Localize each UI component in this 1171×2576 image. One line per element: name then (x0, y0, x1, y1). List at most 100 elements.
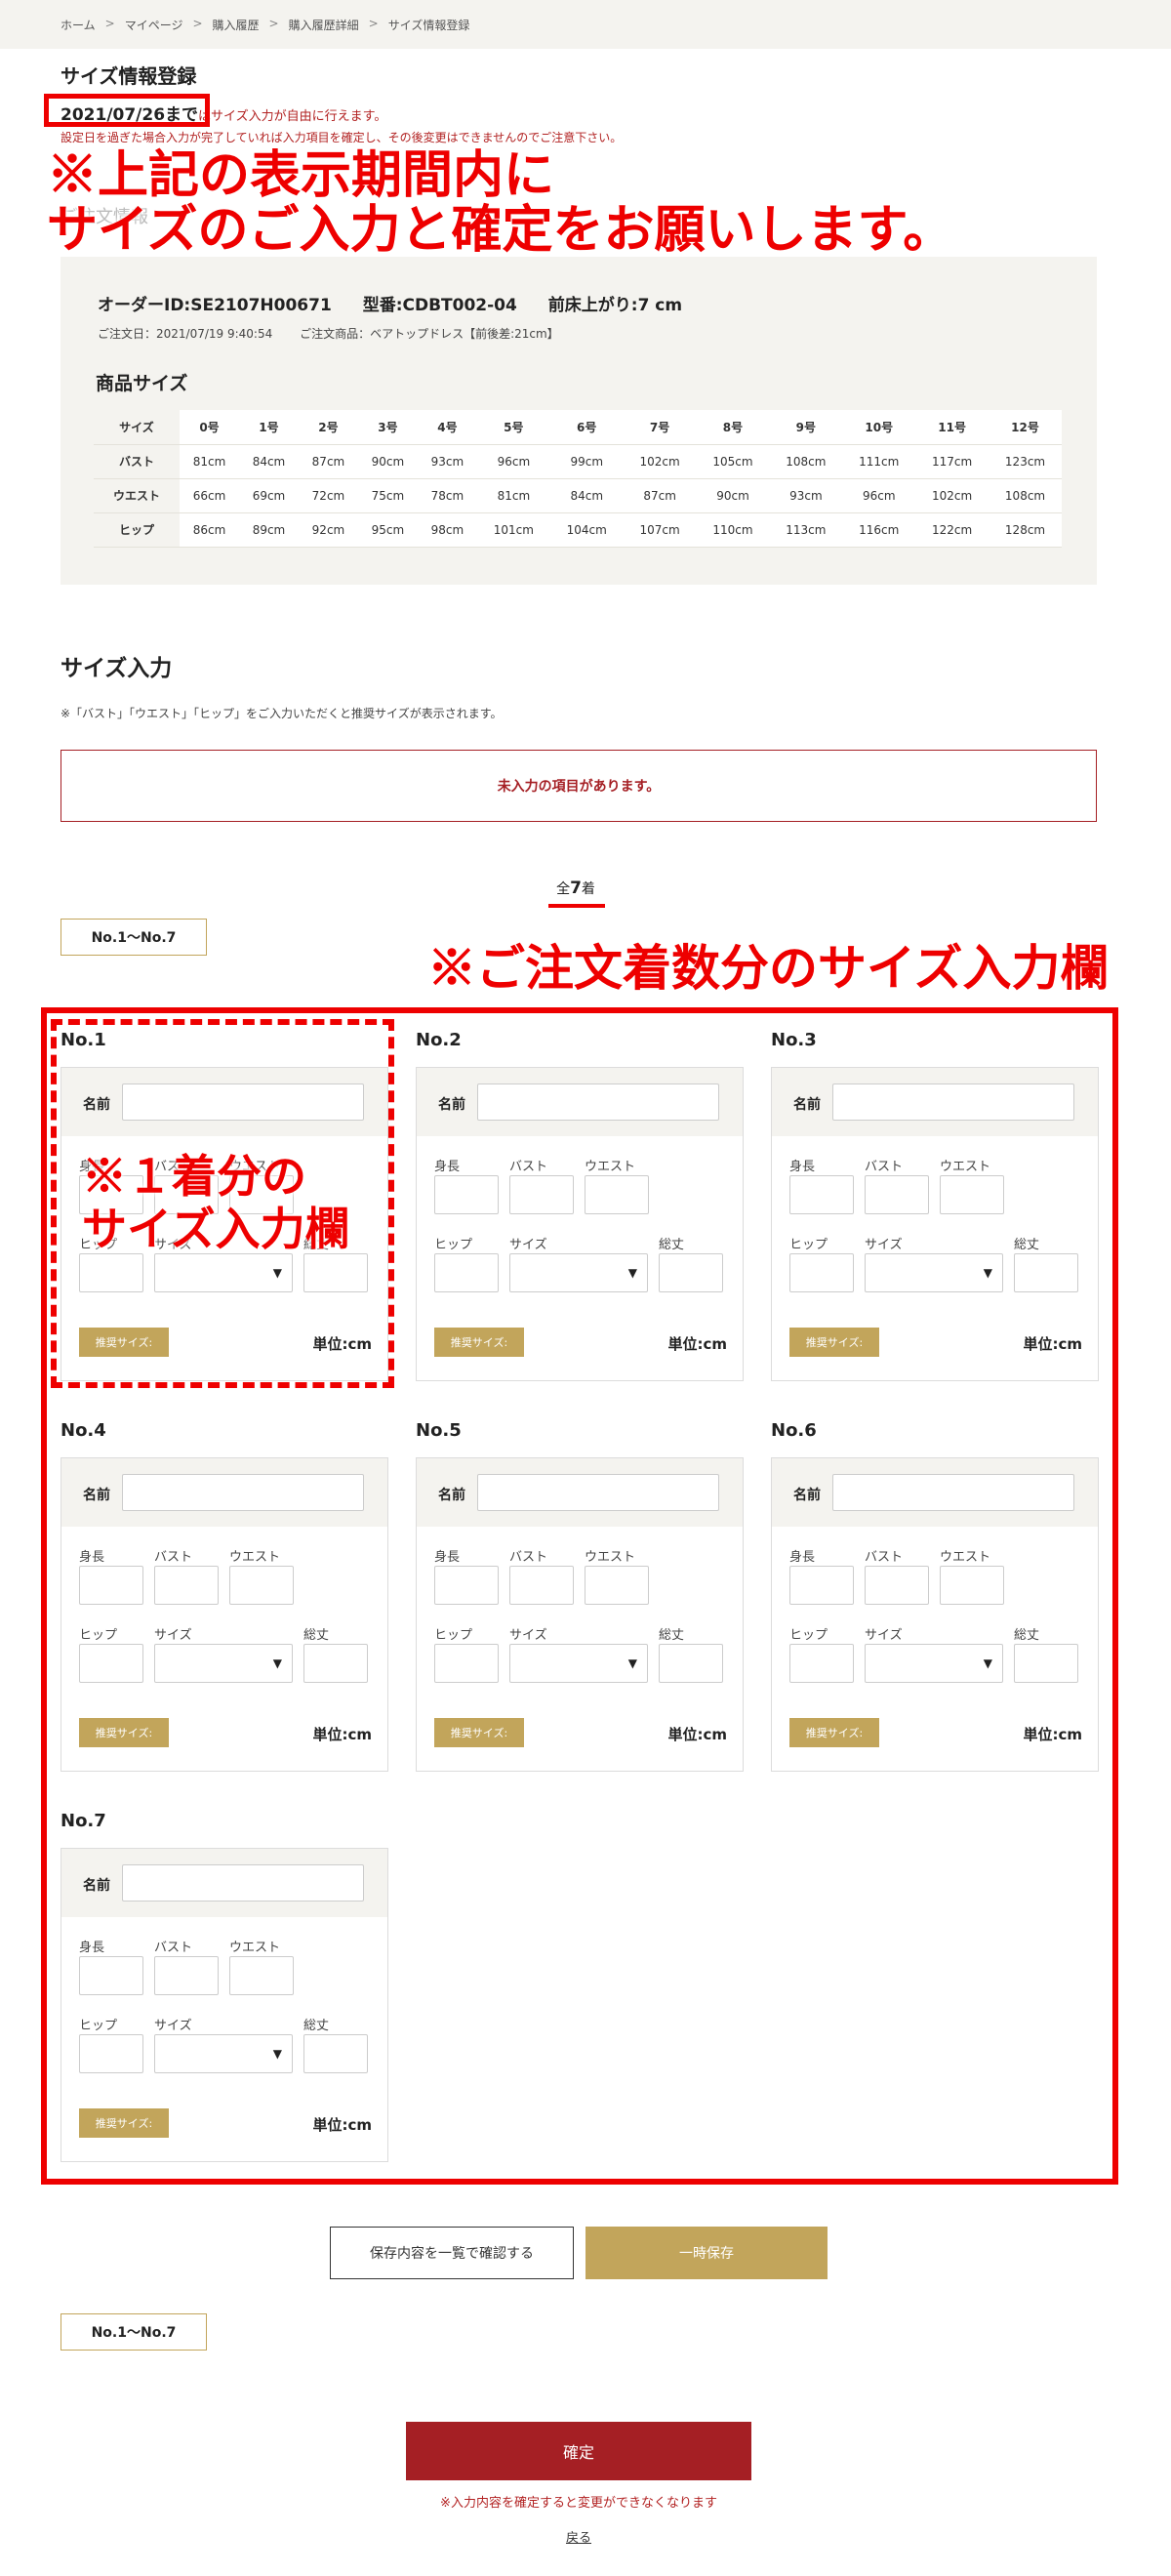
size-label: サイズ (865, 1238, 903, 1252)
table-cell: 93cm (769, 478, 843, 513)
range-tab-button-bottom[interactable]: No.1〜No.7 (61, 2313, 207, 2351)
name-input[interactable] (477, 1084, 719, 1121)
height-input[interactable] (434, 1566, 499, 1605)
height-input[interactable] (789, 1175, 854, 1214)
hip-label: ヒップ (789, 1238, 828, 1252)
chevron-down-icon: ▼ (627, 1656, 637, 1670)
size-table-header: サイズ (94, 410, 180, 445)
name-input[interactable] (832, 1084, 1074, 1121)
table-cell: 93cm (417, 444, 477, 479)
card-name-row: 名前 (772, 1458, 1098, 1527)
waist-label: ウエスト (229, 1550, 281, 1565)
table-cell: 95cm (357, 512, 418, 548)
size-table-header: 1号 (238, 410, 299, 445)
hip-label: ヒップ (434, 1628, 473, 1643)
bust-input[interactable] (865, 1566, 929, 1605)
height-input[interactable] (79, 1566, 143, 1605)
length-input[interactable] (303, 2034, 368, 2073)
length-input[interactable] (303, 1644, 368, 1683)
size-select[interactable]: ▼ (865, 1644, 1003, 1683)
size-select[interactable]: ▼ (154, 1644, 293, 1683)
bust-input[interactable] (154, 1566, 219, 1605)
length-label: 総丈 (1014, 1238, 1040, 1252)
size-select[interactable]: ▼ (509, 1644, 648, 1683)
size-input-card: 名前 身長 バスト ウエスト ヒップ サイズ 総丈 ▼ 推奨サイズ: 単位:cm (416, 1067, 744, 1381)
product-size-title: 商品サイズ (96, 373, 188, 394)
size-select[interactable]: ▼ (509, 1253, 648, 1292)
size-table-header: 10号 (842, 410, 916, 445)
unit-label: 単位:cm (312, 2116, 372, 2134)
name-input[interactable] (832, 1474, 1074, 1511)
bust-label: バスト (509, 1160, 548, 1174)
breadcrumb-home-link[interactable]: ホーム (61, 17, 96, 33)
waist-input[interactable] (585, 1175, 649, 1214)
card-name-row: 名前 (61, 1849, 387, 1917)
breadcrumb-current: サイズ情報登録 (387, 19, 470, 32)
name-input[interactable] (477, 1474, 719, 1511)
waist-input[interactable] (585, 1566, 649, 1605)
table-cell: 96cm (476, 444, 550, 479)
order-summary: オーダーID:SE2107H00671 型番:CDBT002-04 前床上がり:… (98, 291, 707, 315)
waist-input[interactable] (940, 1175, 1004, 1214)
hip-input[interactable] (789, 1644, 854, 1683)
name-input[interactable] (122, 1864, 364, 1901)
total-prefix: 全 (556, 881, 571, 897)
hip-input[interactable] (434, 1644, 499, 1683)
recommended-size-badge: 推奨サイズ: (79, 2108, 169, 2138)
temp-save-button[interactable]: 一時保存 (586, 2227, 828, 2279)
bust-input[interactable] (509, 1175, 574, 1214)
card-name-row: 名前 (61, 1458, 387, 1527)
waist-input[interactable] (229, 1956, 294, 1995)
height-input[interactable] (434, 1175, 499, 1214)
chevron-down-icon: ▼ (983, 1266, 992, 1280)
range-tab-button[interactable]: No.1〜No.7 (61, 919, 207, 956)
breadcrumb-mypage-link[interactable]: マイページ (125, 17, 183, 33)
breadcrumb-history-link[interactable]: 購入履歴 (213, 17, 260, 33)
waist-input[interactable] (229, 1566, 294, 1605)
length-label: 総丈 (659, 1238, 685, 1252)
hip-input[interactable] (789, 1253, 854, 1292)
table-cell: 84cm (238, 444, 299, 479)
recommended-size-badge: 推奨サイズ: (789, 1718, 879, 1747)
table-cell: 99cm (549, 444, 624, 479)
hip-input[interactable] (434, 1253, 499, 1292)
annotation-period-note: ※上記の表示期間内に サイズのご入力と確定をお願いします。 (47, 148, 953, 258)
bust-input[interactable] (865, 1175, 929, 1214)
chevron-down-icon: ▼ (983, 1656, 992, 1670)
error-message: 未入力の項目があります。 (61, 750, 1097, 822)
name-input[interactable] (122, 1474, 364, 1511)
height-input[interactable] (79, 1956, 143, 1995)
height-input[interactable] (789, 1566, 854, 1605)
length-input[interactable] (659, 1644, 723, 1683)
size-table-header: 12号 (989, 410, 1062, 445)
hip-input[interactable] (79, 1644, 143, 1683)
size-table-header: 6号 (549, 410, 624, 445)
table-cell: 105cm (696, 444, 770, 479)
hip-input[interactable] (79, 2034, 143, 2073)
bust-input[interactable] (509, 1566, 574, 1605)
back-link[interactable]: 戻る (0, 2527, 1157, 2546)
size-label: サイズ (865, 1628, 903, 1643)
submit-button[interactable]: 確定 (406, 2422, 751, 2480)
table-cell: 87cm (623, 478, 697, 513)
table-cell: 87cm (298, 444, 358, 479)
length-input[interactable] (1014, 1253, 1078, 1292)
size-table-header-row: サイズ 0号 1号 2号 3号 4号 5号 6号 7号 8号 9号 10号 11… (94, 410, 1062, 445)
length-input[interactable] (659, 1253, 723, 1292)
waist-label: ウエスト (585, 1160, 636, 1174)
breadcrumb-history-detail-link[interactable]: 購入履歴詳細 (289, 17, 359, 33)
hip-label: ヒップ (434, 1238, 473, 1252)
table-cell: 123cm (989, 444, 1062, 479)
confirm-list-button[interactable]: 保存内容を一覧で確認する (330, 2227, 574, 2279)
size-select[interactable]: ▼ (154, 2034, 293, 2073)
waist-input[interactable] (940, 1566, 1004, 1605)
height-label: 身長 (434, 1160, 461, 1174)
size-input-card: 名前 身長 バスト ウエスト ヒップ サイズ 総丈 ▼ 推奨サイズ: 単位:cm (771, 1457, 1099, 1772)
recommended-size-badge: 推奨サイズ: (789, 1328, 879, 1357)
length-input[interactable] (1014, 1644, 1078, 1683)
recommended-size-badge: 推奨サイズ: (434, 1328, 524, 1357)
size-select[interactable]: ▼ (865, 1253, 1003, 1292)
bust-input[interactable] (154, 1956, 219, 1995)
order-date: ご注文日：2021/07/19 9:40:54 (98, 327, 273, 341)
size-input-card: 名前 身長 バスト ウエスト ヒップ サイズ 総丈 ▼ 推奨サイズ: 単位:cm (61, 1848, 388, 2162)
